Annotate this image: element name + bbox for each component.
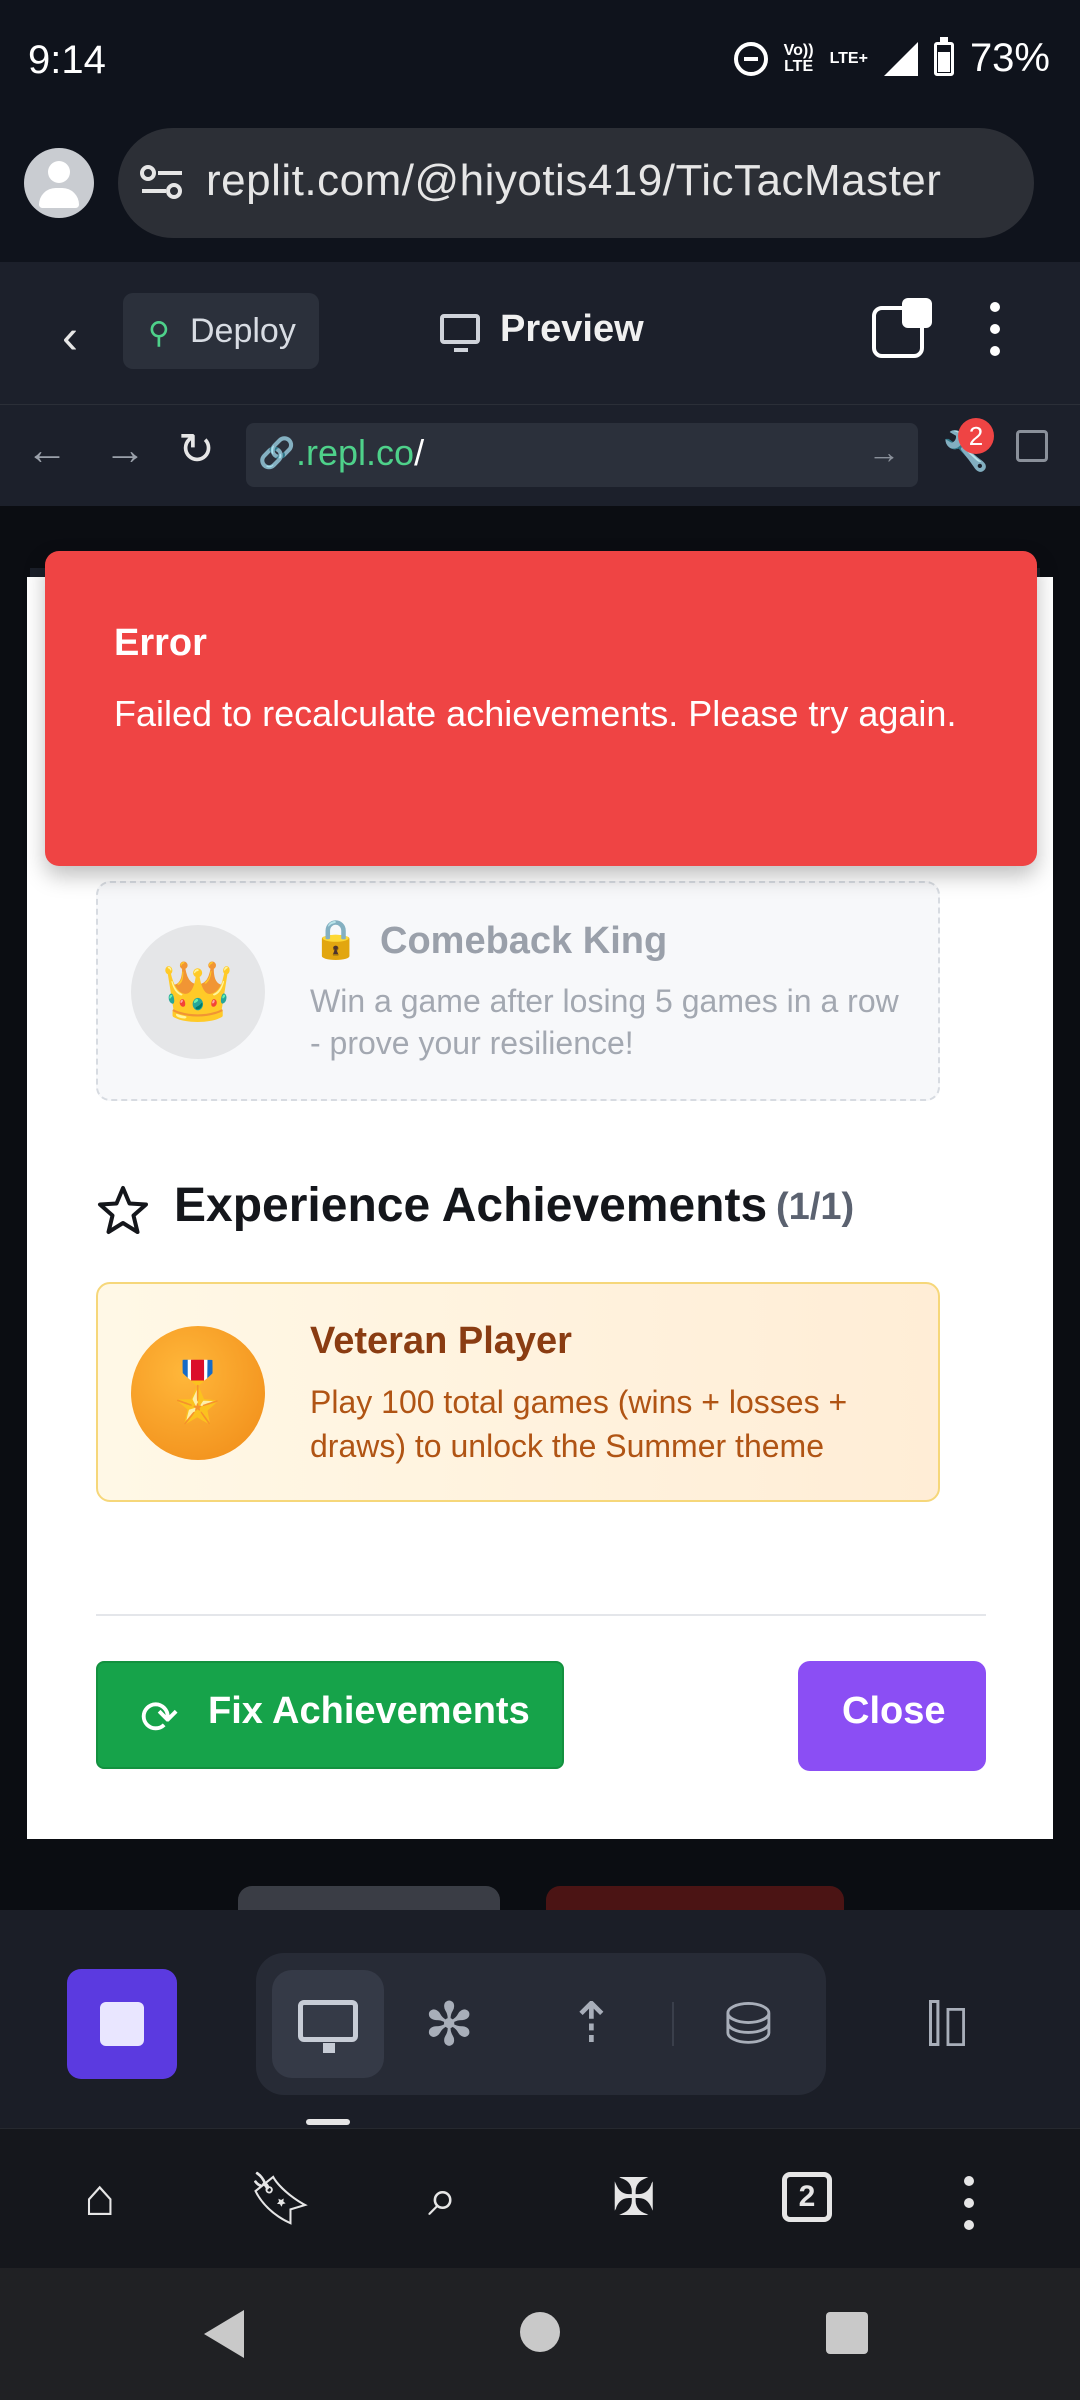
- open-external-icon[interactable]: [1016, 430, 1048, 462]
- status-time: 9:14: [28, 38, 106, 82]
- toast-message: Failed to recalculate achievements. Plea…: [114, 693, 957, 734]
- account-avatar-icon[interactable]: [24, 148, 94, 218]
- deploy-icon: ⚲: [148, 317, 170, 350]
- monitor-icon: [298, 2000, 358, 2053]
- more-options-icon[interactable]: [990, 302, 1002, 368]
- do-not-disturb-icon: [733, 41, 768, 76]
- status-icons: Vo)) LTE LTE+ 73%: [733, 36, 1050, 81]
- crown-icon: 👑: [131, 925, 265, 1059]
- deployments-icon[interactable]: ⇡: [568, 1990, 615, 2056]
- system-home-icon[interactable]: [520, 2312, 560, 2352]
- search-icon[interactable]: ⌕: [428, 2168, 457, 2229]
- close-button-label[interactable]: Close: [842, 1690, 945, 1733]
- switch-tabs-icon[interactable]: [872, 298, 932, 358]
- panels-icon[interactable]: ⫿▯: [926, 1994, 970, 2053]
- achievement-title: Comeback King: [380, 920, 668, 962]
- achievement-description: Play 100 total games (wins + losses + dr…: [310, 1384, 848, 1464]
- achievement-title: Veteran Player: [310, 1320, 572, 1362]
- drag-handle[interactable]: [306, 2119, 350, 2125]
- volte-icon: Vo)) LTE: [783, 41, 814, 75]
- system-back-icon[interactable]: [204, 2310, 244, 2358]
- modal-divider: [96, 1614, 986, 1616]
- back-chevron-icon[interactable]: ‹: [62, 310, 78, 365]
- section-title: Experience Achievements: [174, 1179, 768, 1232]
- achievement-description: Win a game after losing 5 games in a row…: [310, 983, 899, 1061]
- signal-icon: [883, 41, 918, 76]
- bookmark-icon[interactable]: 🔖︎: [248, 2168, 314, 2229]
- section-count: (1/1): [776, 1186, 855, 1228]
- browser-menu-icon[interactable]: [964, 2176, 976, 2242]
- site-settings-icon[interactable]: [140, 164, 184, 200]
- address-url[interactable]: replit.com/@hiyotis419/TicTacMaster: [206, 156, 941, 206]
- toolbar-separator: [672, 2002, 674, 2046]
- stop-button[interactable]: [67, 1969, 177, 2079]
- deploy-label[interactable]: Deploy: [190, 312, 296, 351]
- webview-url[interactable]: .repl.co/: [296, 432, 424, 474]
- fix-achievements-label[interactable]: Fix Achievements: [208, 1690, 530, 1733]
- agent-icon[interactable]: ✻: [424, 1990, 474, 2060]
- link-icon: 🔗: [258, 437, 296, 470]
- nav-forward-icon[interactable]: →: [104, 426, 146, 474]
- preview-tab-label[interactable]: Preview: [500, 308, 644, 351]
- browser-bottom-bar: [0, 2128, 1080, 2269]
- nav-back-icon[interactable]: ←: [26, 426, 68, 474]
- reload-icon[interactable]: ↻: [178, 424, 215, 475]
- tab-count-icon[interactable]: 2: [782, 2172, 832, 2222]
- toast-title: Error: [114, 622, 207, 664]
- battery-percent: 73%: [969, 36, 1050, 80]
- refresh-icon: ⟳: [140, 1691, 179, 1743]
- battery-icon: [933, 36, 954, 76]
- lte-plus-icon: LTE+: [829, 49, 868, 67]
- system-recents-icon[interactable]: [826, 2312, 868, 2354]
- medal-icon: 🎖️: [131, 1326, 265, 1460]
- database-icon[interactable]: ⛁: [724, 1990, 773, 2058]
- go-arrow-icon[interactable]: →: [868, 434, 900, 471]
- devtools-badge: 2: [958, 418, 994, 454]
- lock-icon: 🔒: [312, 919, 360, 961]
- monitor-icon: [440, 314, 480, 352]
- star-icon: [98, 1186, 148, 1234]
- home-icon[interactable]: ⌂: [84, 2168, 115, 2228]
- extensions-icon[interactable]: ✠: [612, 2168, 656, 2228]
